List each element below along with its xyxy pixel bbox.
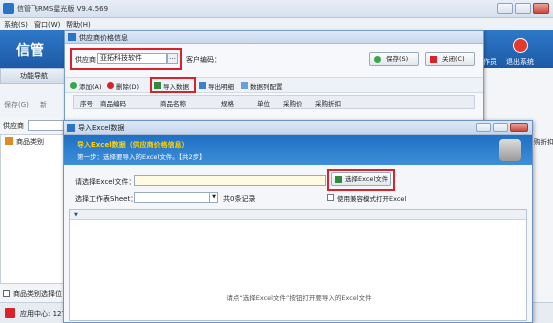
add-button[interactable]: 添加(A) (79, 81, 102, 91)
left-save-button[interactable]: 保存(G) (4, 100, 29, 110)
import-dialog-title: 导入Excel数据 (78, 124, 125, 132)
add-icon (70, 82, 77, 89)
menu-help[interactable]: 帮助(H) (66, 20, 91, 30)
supplier-filter: 供应商 (0, 118, 68, 134)
chevron-down-icon[interactable]: ▼ (209, 192, 218, 203)
row-marker-icon: ▼ (74, 212, 78, 218)
import-maximize-icon[interactable] (493, 123, 508, 132)
ellipsis-icon[interactable]: … (167, 53, 178, 64)
close-dialog-icon (430, 56, 437, 63)
nav-header[interactable]: 功能导航 (0, 68, 68, 84)
col-spec[interactable]: 规格 (221, 98, 234, 108)
save-icon (374, 56, 381, 63)
close-icon[interactable] (533, 3, 549, 14)
checkbox-label: 商品类别选择位 (13, 290, 62, 298)
grid-hint: 请点“选择Excel文件”按钮打开要导入的Excel文件 (226, 294, 372, 302)
col-discount[interactable]: 采购折扣 (315, 98, 341, 108)
left-toolbar: 保存(G) 新 (0, 84, 68, 118)
records-text: 共0条记录 (223, 195, 256, 203)
select-excel-label: 选择Excel文件 (345, 175, 389, 183)
exit-icon[interactable] (513, 38, 528, 53)
import-preview-grid[interactable]: ▼ 请点“选择Excel文件”按钮打开要导入的Excel文件 (69, 209, 527, 321)
menu-system[interactable]: 系统(S) (4, 20, 28, 30)
database-icon (499, 139, 521, 161)
app-logo: 信管 (16, 43, 44, 59)
column-config-button[interactable]: 数据列配置 (250, 81, 283, 91)
app-center-icon (5, 308, 15, 318)
select-excel-button[interactable]: 选择Excel文件 (331, 172, 391, 186)
minimize-icon[interactable] (497, 3, 513, 14)
import-button[interactable]: 导入数据 (163, 81, 189, 91)
delete-icon (107, 82, 114, 89)
col-price[interactable]: 采购价 (283, 98, 303, 108)
close-label: 关闭(C) (442, 55, 465, 63)
export-button[interactable]: 导出明细 (208, 81, 234, 91)
operator-button[interactable]: 作员 (483, 57, 497, 67)
grid-header: 序号 商品编码 商品名称 规格 单位 采购价 采购折扣 (73, 95, 475, 109)
import-dialog-icon (67, 124, 75, 132)
save-label: 保存(S) (386, 55, 409, 63)
dialog-icon (68, 33, 76, 41)
tree-item[interactable]: 商品类别 (16, 137, 44, 147)
left-new-button[interactable]: 新 (40, 100, 47, 110)
import-excel-dialog: 导入Excel数据 导入Excel数据（供应商价格信息） 第一步：选择要导入的E… (63, 120, 533, 323)
col-index[interactable]: 序号 (80, 98, 93, 108)
app-title: 信管飞RMS星光版 V9.4.569 (17, 5, 109, 13)
exit-button[interactable]: 退出系统 (506, 57, 534, 67)
category-checkbox-row: 商品类别选择位 (0, 288, 68, 300)
import-header-step: 第一步：选择要导入的Excel文件。【共2步】 (77, 153, 206, 161)
sheet-label: 选择工作表Sheet： (75, 195, 138, 203)
sheet-select[interactable] (134, 192, 218, 203)
customer-code-label: 客户编码： (186, 56, 221, 64)
col-code[interactable]: 商品编码 (100, 98, 126, 108)
app-icon (3, 3, 14, 14)
maximize-icon[interactable] (515, 3, 531, 14)
save-button[interactable]: 保存(S) (369, 52, 419, 66)
menu-window[interactable]: 窗口(W) (34, 20, 60, 30)
menu-bar: 系统(S) 窗口(W) 帮助(H) (0, 18, 553, 30)
filter-label: 供应商 (3, 122, 24, 130)
supplier-dialog-title: 供应商价格信息 (79, 34, 128, 42)
import-header-panel: 导入Excel数据（供应商价格信息） 第一步：选择要导入的Excel文件。【共2… (64, 135, 532, 165)
home-icon (5, 137, 13, 145)
file-label: 请选择Excel文件： (75, 178, 136, 186)
import-close-icon[interactable] (510, 123, 528, 132)
file-path-input[interactable] (134, 175, 326, 186)
filter-input[interactable] (28, 120, 64, 131)
compat-mode-label: 使用兼容模式打开Excel (337, 195, 407, 203)
delete-button[interactable]: 删除(D) (116, 81, 139, 91)
main-title-bar: 信管飞RMS星光版 V9.4.569 (0, 0, 553, 18)
import-icon (154, 82, 161, 89)
category-tree[interactable]: 商品类别 (0, 134, 68, 284)
col-unit[interactable]: 单位 (257, 98, 270, 108)
supplier-input[interactable]: 亚拓科技软件 (97, 53, 167, 64)
col-name[interactable]: 商品名称 (160, 98, 186, 108)
export-icon (199, 82, 206, 89)
import-minimize-icon[interactable] (476, 123, 491, 132)
close-button[interactable]: 关闭(C) (425, 52, 475, 66)
background-column-peek: 购折扣 (534, 138, 553, 146)
import-dialog-title-bar: 导入Excel数据 (64, 121, 532, 135)
category-checkbox[interactable] (3, 290, 10, 297)
excel-icon (335, 176, 342, 183)
preview-grid-header (70, 210, 526, 220)
compat-mode-checkbox[interactable] (327, 194, 334, 201)
config-icon (241, 82, 248, 89)
import-header-title: 导入Excel数据（供应商价格信息） (77, 141, 189, 149)
supplier-dialog-title-bar: 供应商价格信息 (65, 31, 483, 44)
